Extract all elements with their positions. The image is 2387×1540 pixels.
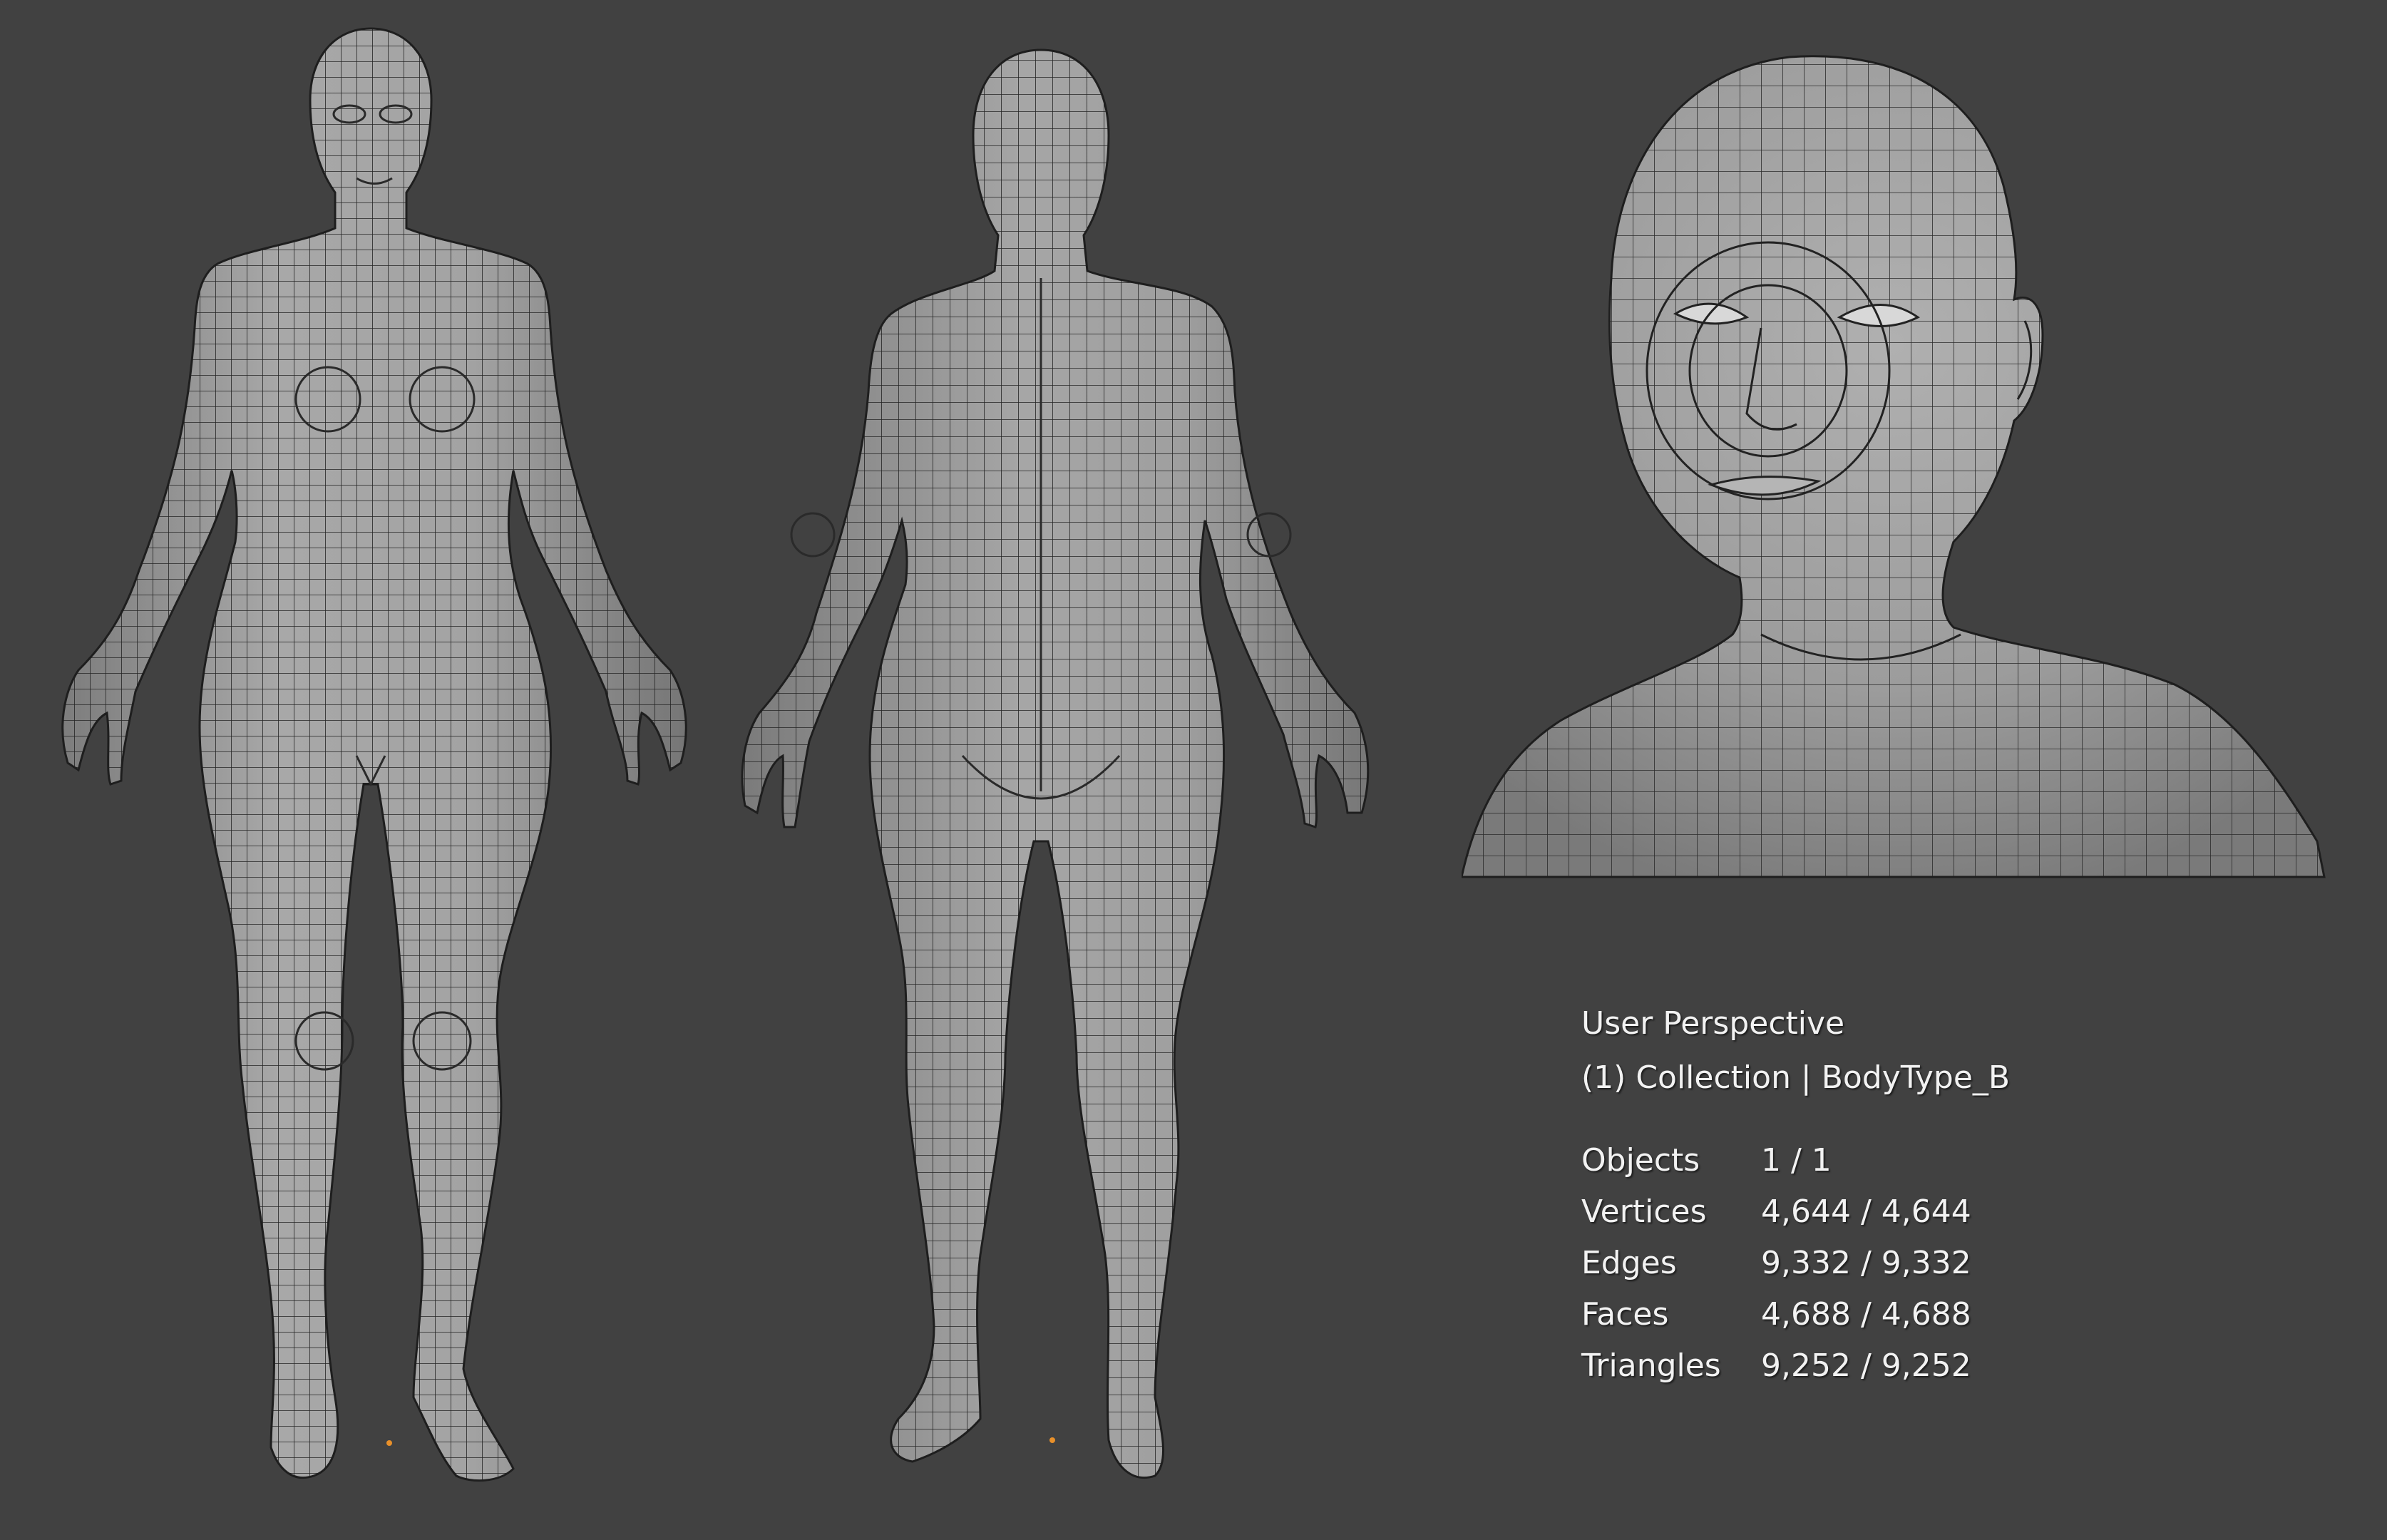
stat-row-faces: Faces 4,688 / 4,688 <box>1581 1289 2010 1340</box>
head-bust <box>1462 55 2326 878</box>
stat-row-objects: Objects 1 / 1 <box>1581 1135 2010 1186</box>
back-mesh-view <box>741 48 1370 1479</box>
scene-statistics: Objects 1 / 1 Vertices 4,644 / 4,644 Edg… <box>1581 1135 2010 1392</box>
origin-point-icon <box>1049 1437 1055 1443</box>
3d-viewport[interactable]: User Perspective (1) Collection | BodyTy… <box>0 0 2387 1540</box>
stat-label: Vertices <box>1581 1194 1707 1230</box>
stat-row-edges: Edges 9,332 / 9,332 <box>1581 1238 2010 1289</box>
view-name: User Perspective <box>1581 1005 1845 1042</box>
stat-value: 9,252 / 9,252 <box>1761 1348 1971 1384</box>
front-body <box>61 27 687 1482</box>
stat-label: Objects <box>1581 1142 1700 1179</box>
stat-row-vertices: Vertices 4,644 / 4,644 <box>1581 1186 2010 1238</box>
stat-row-triangles: Triangles 9,252 / 9,252 <box>1581 1340 2010 1392</box>
head-closeup-view <box>1462 55 2326 878</box>
stat-value: 4,688 / 4,688 <box>1761 1296 1971 1333</box>
stat-value: 1 / 1 <box>1761 1142 1832 1179</box>
stat-label: Triangles <box>1581 1348 1721 1384</box>
stat-value: 9,332 / 9,332 <box>1761 1245 1971 1281</box>
stat-label: Faces <box>1581 1296 1669 1333</box>
origin-point-icon <box>386 1440 392 1446</box>
collection-object-label: (1) Collection | BodyType_B <box>1581 1059 2011 1096</box>
front-mesh-view <box>61 27 687 1482</box>
back-body <box>741 48 1370 1479</box>
stat-label: Edges <box>1581 1245 1677 1281</box>
stat-value: 4,644 / 4,644 <box>1761 1194 1971 1230</box>
viewport-text-info: User Perspective (1) Collection | BodyTy… <box>1581 997 2010 1392</box>
